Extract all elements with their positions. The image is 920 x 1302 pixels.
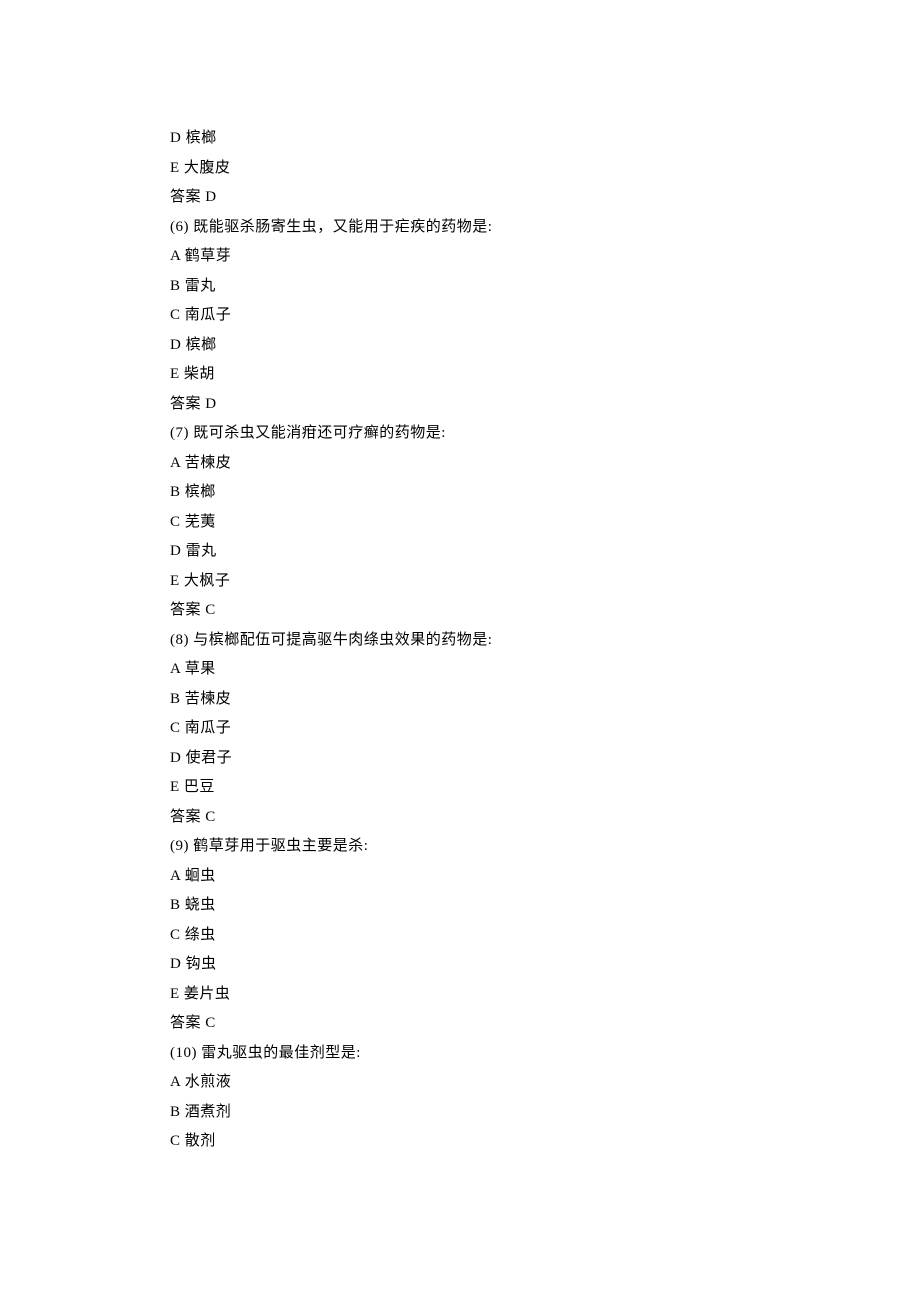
text-line: B 蛲虫 [170,891,920,921]
answer-line: 答案 C [170,1009,920,1039]
text-line: D 钩虫 [170,950,920,980]
question-line: (9) 鹤草芽用于驱虫主要是杀: [170,832,920,862]
text-line: D 使君子 [170,744,920,774]
answer-line: 答案 D [170,183,920,213]
text-line: A 草果 [170,655,920,685]
document-page: D 槟榔 E 大腹皮 答案 D (6) 既能驱杀肠寄生虫，又能用于疟疾的药物是:… [0,0,920,1302]
question-line: (8) 与槟榔配伍可提高驱牛肉绦虫效果的药物是: [170,626,920,656]
question-line: (10) 雷丸驱虫的最佳剂型是: [170,1039,920,1069]
text-line: E 巴豆 [170,773,920,803]
text-line: C 南瓜子 [170,714,920,744]
text-line: A 苦楝皮 [170,449,920,479]
text-line: A 蛔虫 [170,862,920,892]
text-line: D 槟榔 [170,124,920,154]
text-line: C 绦虫 [170,921,920,951]
text-line: C 芜荑 [170,508,920,538]
text-line: B 雷丸 [170,272,920,302]
text-line: B 槟榔 [170,478,920,508]
text-line: C 南瓜子 [170,301,920,331]
text-line: B 酒煮剂 [170,1098,920,1128]
text-line: E 姜片虫 [170,980,920,1010]
text-line: E 柴胡 [170,360,920,390]
text-line: D 槟榔 [170,331,920,361]
text-line: E 大枫子 [170,567,920,597]
answer-line: 答案 C [170,803,920,833]
text-line: B 苦楝皮 [170,685,920,715]
answer-line: 答案 D [170,390,920,420]
text-line: C 散剂 [170,1127,920,1157]
text-line: E 大腹皮 [170,154,920,184]
text-line: A 水煎液 [170,1068,920,1098]
text-line: A 鹤草芽 [170,242,920,272]
question-line: (7) 既可杀虫又能消疳还可疗癣的药物是: [170,419,920,449]
answer-line: 答案 C [170,596,920,626]
text-line: D 雷丸 [170,537,920,567]
question-line: (6) 既能驱杀肠寄生虫，又能用于疟疾的药物是: [170,213,920,243]
